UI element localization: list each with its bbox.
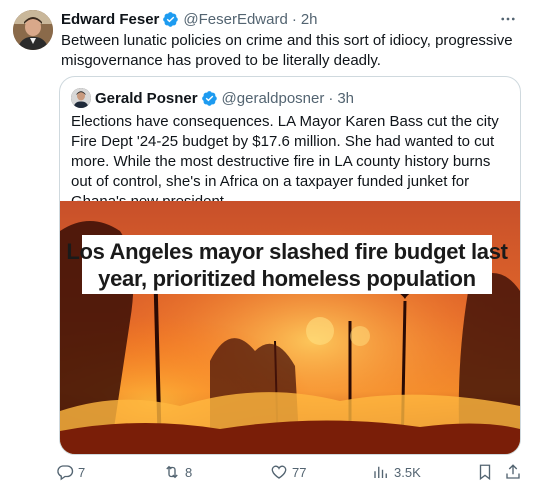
author-handle[interactable]: @FeserEdward	[183, 11, 287, 28]
separator-dot: ·	[291, 10, 297, 28]
tweet-header: Edward Feser @FeserEdward · 2h	[61, 9, 318, 29]
timestamp[interactable]: 2h	[301, 11, 318, 28]
quoted-author-handle: @geraldposner	[221, 89, 325, 107]
headline-overlay: Los Angeles mayor slashed fire budget la…	[66, 235, 508, 294]
headline-line-1: Los Angeles mayor slashed fire budget la…	[66, 238, 508, 264]
like-count: 77	[292, 464, 307, 480]
analytics-icon	[372, 463, 390, 481]
separator-dot: ·	[328, 89, 334, 107]
author-name[interactable]: Edward Feser	[61, 11, 159, 28]
views-button[interactable]: 3.5K	[372, 462, 421, 482]
reply-button[interactable]: 7	[56, 462, 85, 482]
headline-line-2: year, prioritized homeless population	[98, 265, 476, 291]
verified-badge-icon[interactable]	[162, 11, 179, 28]
tweet-actions: 7 8 77 3.5K	[56, 462, 522, 482]
retweet-button[interactable]: 8	[163, 462, 192, 482]
quoted-tweet-image[interactable]: Los Angeles mayor slashed fire budget la…	[60, 201, 520, 454]
reply-icon	[56, 463, 74, 481]
quoted-tweet[interactable]: Gerald Posner @geraldposner · 3h Electio…	[59, 76, 521, 455]
share-icon	[504, 463, 522, 481]
heart-icon	[270, 463, 288, 481]
tweet[interactable]: Edward Feser @FeserEdward · 2h Between l…	[0, 0, 534, 491]
bookmark-button[interactable]	[476, 462, 494, 482]
retweet-icon	[163, 463, 181, 481]
reply-count: 7	[78, 464, 86, 480]
quoted-tweet-header: Gerald Posner @geraldposner · 3h	[71, 88, 354, 108]
quoted-author-name: Gerald Posner	[95, 89, 198, 107]
bookmark-icon	[476, 463, 494, 481]
quoted-author-avatar	[71, 88, 91, 108]
views-count: 3.5K	[394, 464, 421, 480]
more-horizontal-icon[interactable]	[498, 9, 518, 29]
verified-badge-icon	[201, 90, 218, 107]
quoted-tweet-text: Elections have consequences. LA Mayor Ka…	[71, 113, 499, 210]
retweet-count: 8	[185, 464, 193, 480]
quoted-timestamp: 3h	[337, 89, 355, 107]
share-button[interactable]	[504, 462, 522, 482]
like-button[interactable]: 77	[270, 462, 306, 482]
author-avatar[interactable]	[13, 10, 53, 50]
tweet-text: Between lunatic policies on crime and th…	[61, 32, 513, 69]
